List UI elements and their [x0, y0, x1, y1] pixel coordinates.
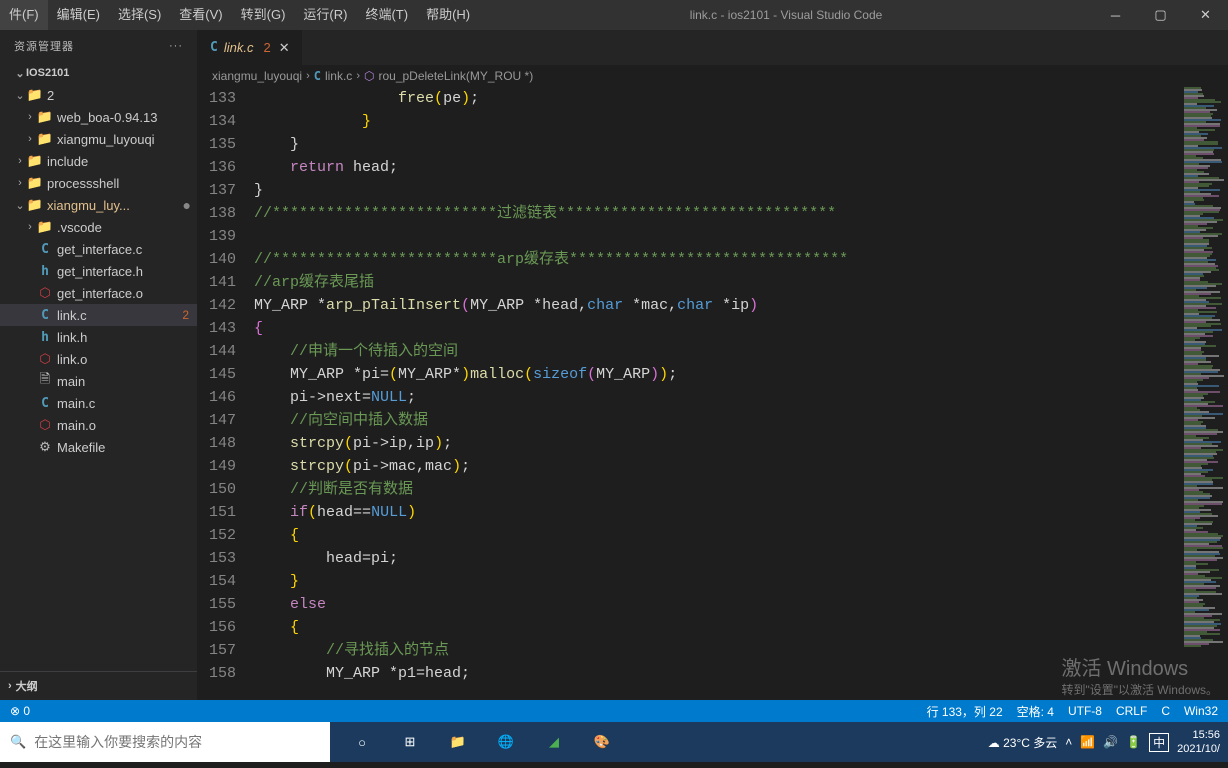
- editor-tabs: C link.c 2 ✕: [198, 30, 1228, 65]
- minimize-button[interactable]: ─: [1093, 0, 1138, 30]
- menu-item[interactable]: 件(F): [0, 0, 48, 30]
- menu-bar: 件(F)编辑(E)选择(S)查看(V)转到(G)运行(R)终端(T)帮助(H): [0, 0, 479, 30]
- search-input[interactable]: [34, 734, 330, 750]
- c-file-icon: C: [314, 69, 321, 83]
- task-view-icon[interactable]: ⊞: [388, 722, 432, 762]
- tree-item[interactable]: ⌄📁2: [0, 84, 197, 106]
- sidebar-header: 资源管理器 ···: [0, 30, 197, 62]
- tree-item[interactable]: hget_interface.h: [0, 260, 197, 282]
- window-controls: ─ ▢ ✕: [1093, 0, 1228, 30]
- menu-item[interactable]: 终端(T): [356, 0, 417, 30]
- file-icon: 📁: [36, 109, 54, 125]
- close-button[interactable]: ✕: [1183, 0, 1228, 30]
- menu-item[interactable]: 转到(G): [232, 0, 295, 30]
- cortana-icon[interactable]: ○: [340, 722, 384, 762]
- breadcrumb-folder[interactable]: xiangmu_luyouqi: [212, 69, 302, 83]
- edge-icon[interactable]: 🌐: [484, 722, 528, 762]
- paint-icon[interactable]: 🎨: [580, 722, 624, 762]
- workspace-root[interactable]: ⌄ IOS2101: [0, 62, 197, 84]
- status-encoding[interactable]: UTF-8: [1068, 704, 1102, 718]
- tree-item[interactable]: 🗎main: [0, 370, 197, 392]
- tree-item[interactable]: ›📁xiangmu_luyouqi: [0, 128, 197, 150]
- code-editor[interactable]: 1331341351361371381391401411421431441451…: [198, 87, 1228, 700]
- file-icon: 📁: [26, 87, 44, 103]
- tree-item[interactable]: ›📁include: [0, 150, 197, 172]
- error-badge: 2: [263, 40, 270, 55]
- app-icon[interactable]: ◢: [532, 722, 576, 762]
- main-area: 资源管理器 ··· ⌄ IOS2101 ⌄📁2›📁web_boa-0.94.13…: [0, 30, 1228, 700]
- file-icon: h: [36, 330, 54, 345]
- tree-item[interactable]: Clink.c2: [0, 304, 197, 326]
- tree-item[interactable]: ›📁processshell: [0, 172, 197, 194]
- sidebar: 资源管理器 ··· ⌄ IOS2101 ⌄📁2›📁web_boa-0.94.13…: [0, 30, 198, 700]
- tab-link-c[interactable]: C link.c 2 ✕: [198, 30, 303, 65]
- sidebar-menu-icon[interactable]: ···: [169, 40, 183, 52]
- status-platform[interactable]: Win32: [1184, 704, 1218, 718]
- taskbar-search[interactable]: 🔍: [0, 722, 330, 762]
- network-icon[interactable]: 📶: [1080, 735, 1095, 749]
- close-tab-icon[interactable]: ✕: [279, 40, 290, 56]
- weather-widget[interactable]: ☁ 23°C 多云: [988, 734, 1058, 751]
- minimap[interactable]: [1180, 87, 1228, 687]
- status-line-col[interactable]: 行 133，列 22: [927, 703, 1003, 720]
- file-icon: 📁: [36, 131, 54, 147]
- status-errors[interactable]: ⊗ 0: [10, 704, 30, 718]
- status-eol[interactable]: CRLF: [1116, 704, 1147, 718]
- menu-item[interactable]: 编辑(E): [48, 0, 109, 30]
- file-icon: ⬡: [36, 351, 54, 367]
- tree-item[interactable]: ⚙Makefile: [0, 436, 197, 458]
- tree-item[interactable]: ›📁.vscode: [0, 216, 197, 238]
- breadcrumb-symbol[interactable]: ⬡rou_pDeleteLink(MY_ROU *): [364, 69, 533, 83]
- breadcrumbs[interactable]: xiangmu_luyouqi › Clink.c › ⬡rou_pDelete…: [198, 65, 1228, 87]
- tray-chevron-icon[interactable]: ˄: [1065, 735, 1072, 749]
- maximize-button[interactable]: ▢: [1138, 0, 1183, 30]
- battery-icon[interactable]: 🔋: [1126, 735, 1141, 749]
- status-language[interactable]: C: [1161, 704, 1170, 718]
- tree-item[interactable]: ›📁web_boa-0.94.13: [0, 106, 197, 128]
- status-bar: ⊗ 0 行 133，列 22 空格: 4 UTF-8 CRLF C Win32: [0, 700, 1228, 722]
- file-icon: 📁: [36, 219, 54, 235]
- tree-item[interactable]: Cmain.c: [0, 392, 197, 414]
- menu-item[interactable]: 选择(S): [109, 0, 170, 30]
- tree-item[interactable]: ⬡get_interface.o: [0, 282, 197, 304]
- file-icon: C: [36, 396, 54, 411]
- tree-item[interactable]: ⬡link.o: [0, 348, 197, 370]
- breadcrumb-file[interactable]: Clink.c: [314, 69, 353, 83]
- file-icon: h: [36, 264, 54, 279]
- sidebar-title: 资源管理器: [14, 38, 74, 54]
- search-icon: 🔍: [10, 734, 26, 750]
- tree-item[interactable]: ⌄📁xiangmu_luy...●: [0, 194, 197, 216]
- tree-item[interactable]: hlink.h: [0, 326, 197, 348]
- file-icon: ⚙: [36, 439, 54, 455]
- file-icon: 📁: [26, 153, 44, 169]
- outline-header[interactable]: › 大纲: [0, 671, 197, 700]
- clock[interactable]: 15:56 2021/10/: [1177, 728, 1220, 756]
- menu-item[interactable]: 运行(R): [294, 0, 356, 30]
- file-tree: ⌄📁2›📁web_boa-0.94.13›📁xiangmu_luyouqi›📁i…: [0, 84, 197, 671]
- function-icon: ⬡: [364, 69, 374, 83]
- file-explorer-icon[interactable]: 📁: [436, 722, 480, 762]
- volume-icon[interactable]: 🔊: [1103, 735, 1118, 749]
- file-icon: C: [36, 242, 54, 257]
- file-icon: ⬡: [36, 417, 54, 433]
- file-icon: 📁: [26, 175, 44, 191]
- menu-item[interactable]: 查看(V): [170, 0, 231, 30]
- tree-item[interactable]: ⬡main.o: [0, 414, 197, 436]
- file-icon: ⬡: [36, 285, 54, 301]
- titlebar: 件(F)编辑(E)选择(S)查看(V)转到(G)运行(R)终端(T)帮助(H) …: [0, 0, 1228, 30]
- file-icon: C: [36, 308, 54, 323]
- editor-area: C link.c 2 ✕ xiangmu_luyouqi › Clink.c ›…: [198, 30, 1228, 700]
- ime-indicator[interactable]: 中: [1149, 733, 1169, 752]
- file-icon: 🗎: [36, 370, 54, 392]
- window-title: link.c - ios2101 - Visual Studio Code: [479, 8, 1093, 22]
- c-file-icon: C: [210, 40, 218, 55]
- menu-item[interactable]: 帮助(H): [417, 0, 479, 30]
- windows-taskbar: 🔍 ○ ⊞ 📁 🌐 ◢ 🎨 ☁ 23°C 多云 ˄ 📶 🔊 🔋 中 15:56 …: [0, 722, 1228, 762]
- code-content[interactable]: free(pe); } } return head;}//***********…: [254, 87, 1228, 700]
- tree-item[interactable]: Cget_interface.c: [0, 238, 197, 260]
- line-numbers: 1331341351361371381391401411421431441451…: [198, 87, 254, 700]
- status-indent[interactable]: 空格: 4: [1017, 703, 1054, 720]
- activate-windows-watermark: 激活 Windows 转到"设置"以激活 Windows。: [1061, 652, 1218, 698]
- file-icon: 📁: [26, 197, 44, 213]
